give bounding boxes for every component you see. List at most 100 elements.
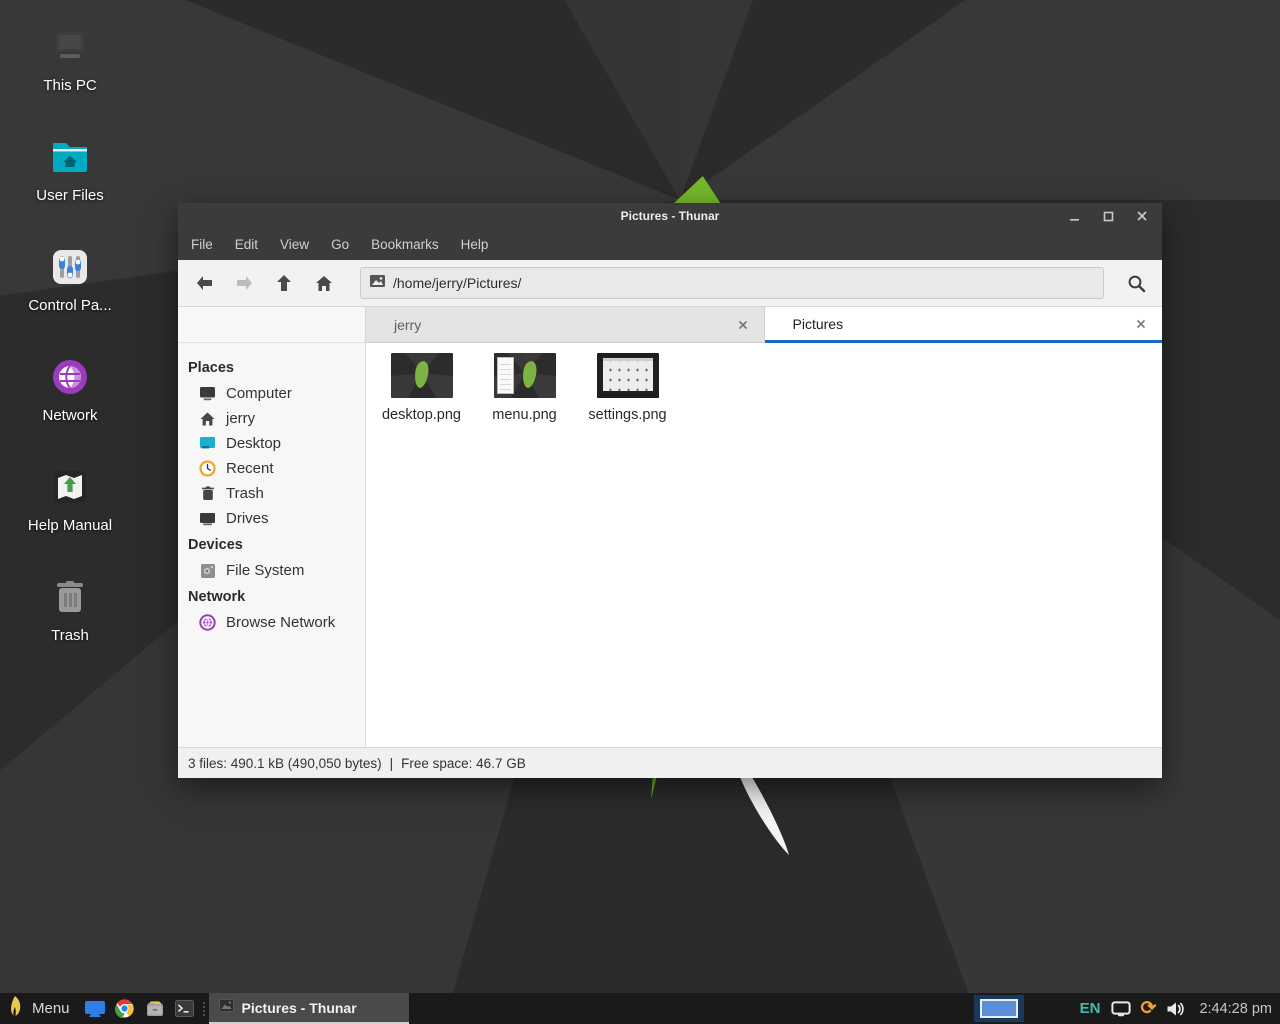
desktop-icon-control-panel[interactable]: Control Pa...	[16, 244, 124, 325]
statusbar-separator: |	[390, 756, 394, 771]
file-name: menu.png	[492, 407, 557, 423]
path-text: /home/jerry/Pictures/	[393, 275, 521, 291]
home-button[interactable]	[306, 266, 342, 300]
workspace-switcher[interactable]	[974, 995, 1024, 1022]
taskbar-window-button[interactable]: Pictures - Thunar	[209, 993, 409, 1024]
tab-label: jerry	[394, 317, 734, 333]
taskbar-left: Menu Pictures - Thunar	[0, 993, 409, 1024]
path-image-icon	[370, 274, 385, 292]
back-button[interactable]	[186, 266, 222, 300]
file-name: settings.png	[588, 407, 666, 423]
show-desktop-icon[interactable]	[80, 993, 110, 1024]
sidebar-item-trash[interactable]: Trash	[188, 481, 365, 506]
forward-button[interactable]	[226, 266, 262, 300]
tab-pictures[interactable]: Pictures	[765, 307, 1163, 343]
terminal-icon[interactable]	[170, 993, 200, 1024]
user-files-icon	[47, 134, 93, 180]
close-icon[interactable]	[1132, 206, 1152, 226]
sidebar-item-browse-network[interactable]: Browse Network	[188, 610, 365, 635]
path-input[interactable]: /home/jerry/Pictures/	[360, 267, 1104, 299]
sidebar-heading-devices: Devices	[188, 537, 365, 553]
desktop-icon-user-files[interactable]: User Files	[16, 134, 124, 215]
start-menu-button[interactable]: Menu	[0, 993, 80, 1024]
desktop-icon-label: Help Manual	[28, 517, 112, 534]
desktop-icon-label: User Files	[36, 187, 104, 204]
sidebar-heading-places: Places	[188, 360, 365, 376]
volume-icon[interactable]	[1166, 1001, 1185, 1017]
menu-edit[interactable]: Edit	[224, 229, 269, 260]
updates-tray-icon[interactable]: ⟳	[1141, 999, 1157, 1018]
browse-network-icon	[199, 614, 216, 631]
window-controls	[1064, 203, 1152, 229]
statusbar: 3 files: 490.1 kB (490,050 bytes) | Free…	[178, 747, 1162, 778]
trash-small-icon	[199, 485, 216, 502]
desktop-icon-help-manual[interactable]: Help Manual	[16, 464, 124, 545]
menu-help[interactable]: Help	[450, 229, 500, 260]
file-menu-png[interactable]: menu.png	[473, 351, 576, 423]
desktop-icon-label: Control Pa...	[28, 297, 111, 314]
task-button-label: Pictures - Thunar	[242, 1000, 357, 1016]
toolbar: /home/jerry/Pictures/	[178, 260, 1162, 307]
tab-close-icon[interactable]	[1132, 315, 1150, 333]
menu-view[interactable]: View	[269, 229, 320, 260]
statusbar-files-summary: 3 files: 490.1 kB (490,050 bytes)	[188, 756, 382, 771]
file-settings-png[interactable]: settings.png	[576, 351, 679, 423]
sidebar-item-file-system[interactable]: File System	[188, 558, 365, 583]
window-titlebar[interactable]: Pictures - Thunar	[178, 203, 1162, 229]
sidebar-item-jerry[interactable]: jerry	[188, 406, 365, 431]
drives-icon	[199, 510, 216, 527]
control-panel-icon	[47, 244, 93, 290]
filesystem-drive-icon	[199, 562, 216, 579]
minimize-icon[interactable]	[1064, 206, 1084, 226]
taskbar: Menu Pictures - Thunar EN	[0, 993, 1280, 1024]
file-thumbnail	[597, 353, 659, 398]
keyboard-layout-indicator[interactable]: EN	[1080, 1000, 1101, 1017]
file-manager-icon[interactable]	[140, 993, 170, 1024]
menu-label: Menu	[32, 1000, 70, 1017]
network-icon	[47, 354, 93, 400]
desktop-icon-trash[interactable]: Trash	[16, 574, 124, 655]
sidebar-item-drives[interactable]: Drives	[188, 506, 365, 531]
menu-file[interactable]: File	[180, 229, 224, 260]
desktop-monitor-icon	[199, 435, 216, 452]
menu-go[interactable]: Go	[320, 229, 360, 260]
sidebar-item-computer[interactable]: Computer	[188, 381, 365, 406]
tab-jerry[interactable]: jerry	[366, 307, 765, 343]
maximize-icon[interactable]	[1098, 206, 1118, 226]
computer-icon	[199, 385, 216, 402]
menubar: File Edit View Go Bookmarks Help	[178, 229, 1162, 260]
up-button[interactable]	[266, 266, 302, 300]
display-tray-icon[interactable]	[1111, 1001, 1131, 1017]
menu-bookmarks[interactable]: Bookmarks	[360, 229, 450, 260]
sidebar-item-desktop[interactable]: Desktop	[188, 431, 365, 456]
statusbar-free-space: Free space: 46.7 GB	[401, 756, 526, 771]
sidebar-item-recent[interactable]: Recent	[188, 456, 365, 481]
task-window-icon	[219, 999, 234, 1017]
panel-handle[interactable]	[200, 993, 209, 1024]
file-thumbnail	[391, 353, 453, 398]
tab-close-icon[interactable]	[734, 316, 752, 334]
desktop-icon-label: Trash	[51, 627, 89, 644]
desktop-icon-label: This PC	[43, 77, 96, 94]
file-desktop-png[interactable]: desktop.png	[370, 351, 473, 423]
recent-clock-icon	[199, 460, 216, 477]
chrome-icon[interactable]	[110, 993, 140, 1024]
desktop-icon-network[interactable]: Network	[16, 354, 124, 435]
window-title: Pictures - Thunar	[178, 209, 1162, 223]
taskbar-right: EN ⟳ 2:44:28 pm	[974, 993, 1280, 1024]
tabbar-sidebar-spacer	[178, 307, 366, 343]
desktop-icon-label: Network	[42, 407, 97, 424]
file-name: desktop.png	[382, 407, 461, 423]
home-icon	[199, 410, 216, 427]
this-pc-icon	[47, 24, 93, 70]
tab-bar: jerry Pictures	[178, 307, 1162, 343]
search-icon[interactable]	[1118, 266, 1154, 300]
file-view[interactable]: desktop.png menu.png settings.png	[366, 343, 1162, 747]
trash-icon	[47, 574, 93, 620]
active-workspace	[980, 999, 1018, 1018]
desktop-icon-this-pc[interactable]: This PC	[16, 24, 124, 105]
sidebar-heading-network: Network	[188, 589, 365, 605]
clock[interactable]: 2:44:28 pm	[1195, 1001, 1272, 1017]
linux-lite-feather-icon	[8, 995, 23, 1022]
sidebar: Places Computer jerry Desktop Recent Tra…	[178, 343, 366, 747]
